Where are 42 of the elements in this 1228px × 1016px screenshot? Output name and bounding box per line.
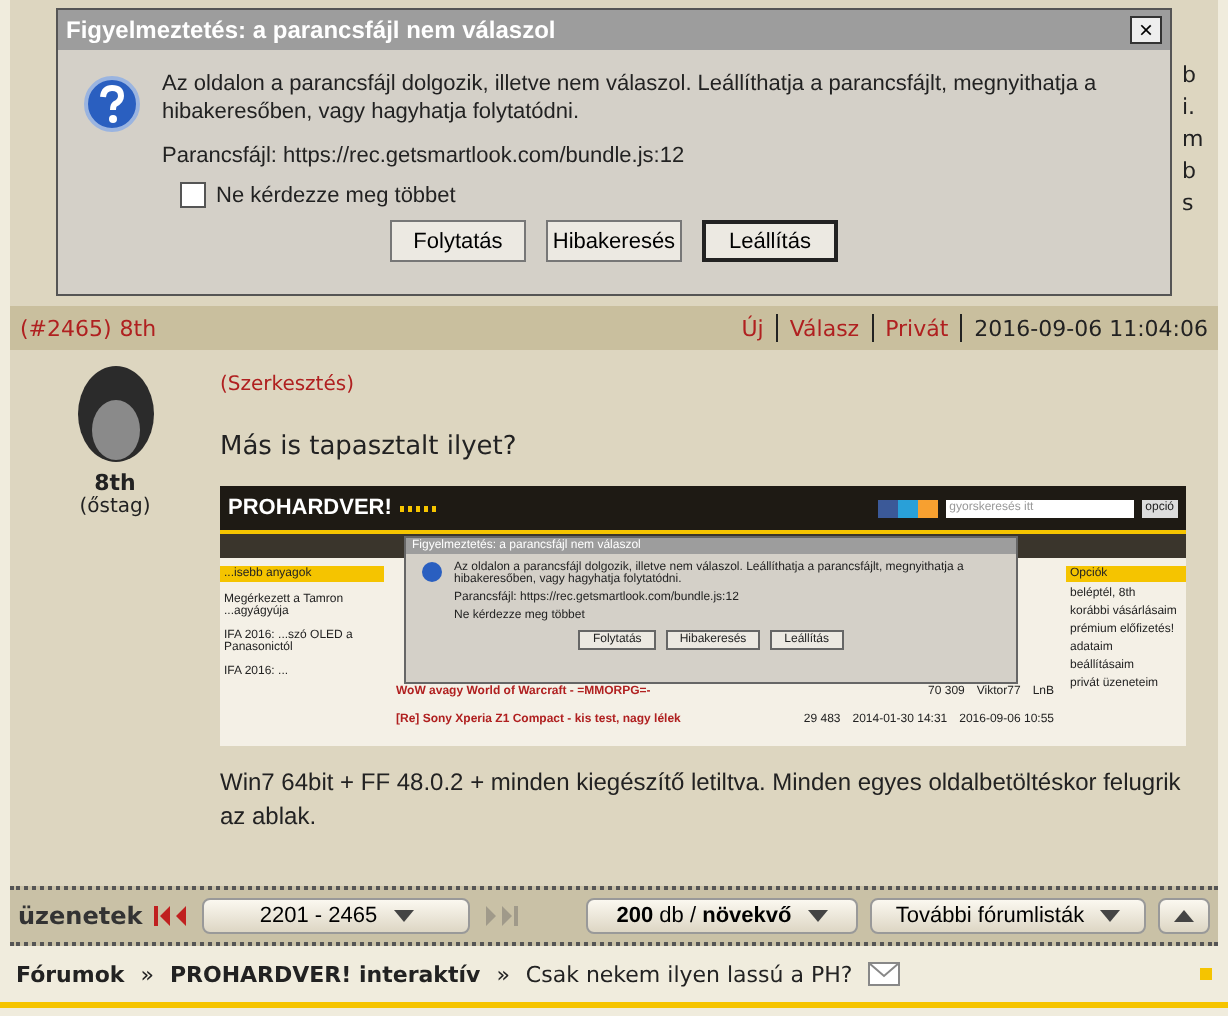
forum-lists-dropdown[interactable]: További fórumlisták xyxy=(870,898,1146,934)
post-text: Más is tapasztalt ilyet? xyxy=(220,432,517,462)
author-link[interactable]: 8th xyxy=(119,315,157,341)
per-page-dropdown[interactable]: 200 db / növekvő xyxy=(586,898,858,934)
post-action-link[interactable]: Válasz xyxy=(789,315,860,341)
post-action-link[interactable]: Privát xyxy=(885,315,949,341)
close-button[interactable]: × xyxy=(1130,16,1162,44)
page-text-fragment: b xyxy=(1182,156,1198,188)
dots-icon xyxy=(399,505,440,511)
user-name[interactable]: 8th xyxy=(94,470,136,496)
dialog-button[interactable]: Folytatás xyxy=(390,220,526,262)
page-text-fragment: m xyxy=(1182,124,1204,156)
checkbox-label: Ne kérdezze meg többet xyxy=(216,183,456,207)
envelope-icon[interactable] xyxy=(868,962,901,986)
breadcrumb-link[interactable]: PROHARDVER! interaktív xyxy=(169,961,481,987)
user-rank: (őstag) xyxy=(79,496,151,518)
edit-link[interactable]: (Szerkesztés) xyxy=(220,374,354,396)
dialog-button[interactable]: Hibakeresés xyxy=(546,220,682,262)
page-range-dropdown[interactable]: 2201 - 2465 xyxy=(202,898,471,934)
script-path: Parancsfájl: https://rec.getsmartlook.com/bundle.js:12 xyxy=(162,142,687,170)
breadcrumb-link[interactable]: Fórumok xyxy=(16,961,125,987)
post-text: Win7 64bit + FF 48.0.2 + minden kiegészítő letiltva. Minden egyes oldalbetöltéskor felugrik az ablak. xyxy=(220,766,1183,834)
breadcrumb-separator: » xyxy=(140,961,154,987)
post-date: 2016-09-06 11:04:06 xyxy=(974,315,1208,341)
page-text-fragment: b xyxy=(1182,60,1198,92)
social-icons xyxy=(877,499,938,517)
question-icon xyxy=(82,74,142,134)
breadcrumb-separator: » xyxy=(496,961,510,987)
status-square xyxy=(1200,968,1212,980)
first-prev-icon[interactable] xyxy=(154,904,191,928)
scroll-top-button[interactable] xyxy=(1158,898,1210,934)
page-text-fragment: i. xyxy=(1182,92,1198,124)
site-logo: PROHARDVER! xyxy=(228,496,392,520)
messages-label: üzenetek xyxy=(18,902,143,930)
question-icon xyxy=(422,562,442,582)
dialog-title: Figyelmeztetés: a parancsfájl nem válaszol xyxy=(66,16,558,44)
dialog-message: Az oldalon a parancsfájl dolgozik, illetve nem válaszol. Leállíthatja a parancsfájlt, megnyithatja a hibakeresőben, vagy hagyhatja folytatódni. xyxy=(162,70,1099,126)
page-text-fragment: s xyxy=(1182,188,1196,220)
post-number[interactable]: (#2465) xyxy=(20,315,112,341)
checkbox[interactable] xyxy=(180,182,206,208)
dialog-button[interactable]: Leállítás xyxy=(702,220,838,262)
post-action-link[interactable]: Új xyxy=(741,315,764,341)
